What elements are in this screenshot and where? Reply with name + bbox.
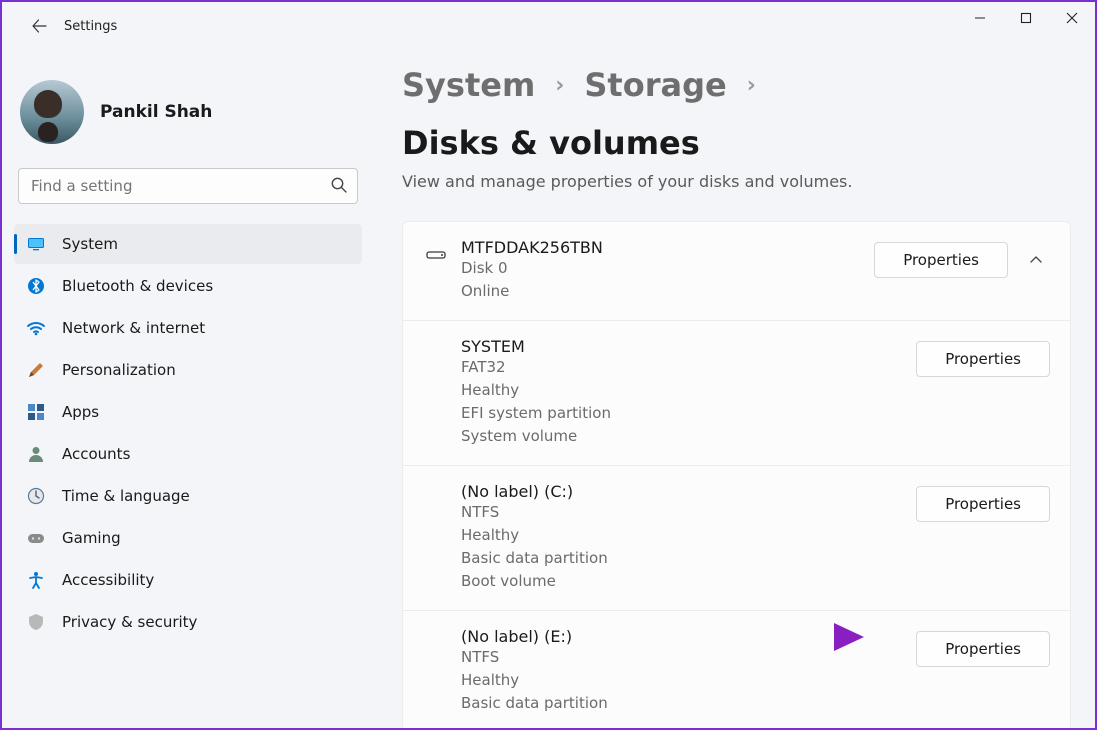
properties-button[interactable]: Properties bbox=[916, 341, 1050, 377]
app-title: Settings bbox=[64, 19, 117, 34]
volume-line: EFI system partition bbox=[461, 402, 916, 425]
sidebar-item-system[interactable]: System bbox=[14, 224, 362, 264]
disk-line: Online bbox=[461, 280, 874, 303]
volume-line: Healthy bbox=[461, 524, 916, 547]
apps-icon bbox=[26, 402, 46, 422]
close-button[interactable] bbox=[1049, 2, 1095, 34]
volume-line: Healthy bbox=[461, 379, 916, 402]
sidebar-item-apps[interactable]: Apps bbox=[14, 392, 362, 432]
volume-line: FAT32 bbox=[461, 356, 916, 379]
volume-row[interactable]: (No label) (C:) NTFS Healthy Basic data … bbox=[403, 465, 1070, 610]
paintbrush-icon bbox=[26, 360, 46, 380]
volume-line: Basic data partition bbox=[461, 692, 916, 715]
sidebar-item-gaming[interactable]: Gaming bbox=[14, 518, 362, 558]
disk-row[interactable]: MTFDDAK256TBN Disk 0 Online Properties bbox=[403, 222, 1070, 320]
person-icon bbox=[26, 444, 46, 464]
sidebar-item-label: Gaming bbox=[62, 529, 121, 547]
volume-line: Healthy bbox=[461, 669, 916, 692]
user-name: Pankil Shah bbox=[100, 102, 212, 122]
close-icon bbox=[1066, 12, 1078, 24]
volume-line: System volume bbox=[461, 425, 916, 448]
properties-button[interactable]: Properties bbox=[916, 486, 1050, 522]
maximize-button[interactable] bbox=[1003, 2, 1049, 34]
volume-line: Basic data partition bbox=[461, 547, 916, 570]
breadcrumb: System › Storage › Disks & volumes bbox=[402, 66, 1071, 162]
volume-row[interactable]: (No label) (E:) NTFS Healthy Basic data … bbox=[403, 610, 1070, 729]
back-button[interactable] bbox=[20, 7, 58, 45]
window-controls bbox=[957, 2, 1095, 34]
volume-line: NTFS bbox=[461, 646, 916, 669]
search-input[interactable] bbox=[18, 168, 358, 204]
sidebar: Pankil Shah System Bluetooth & devices N… bbox=[2, 50, 374, 728]
chevron-right-icon: › bbox=[555, 73, 564, 98]
disk-line: Disk 0 bbox=[461, 257, 874, 280]
sidebar-item-label: Privacy & security bbox=[62, 613, 197, 631]
collapse-button[interactable] bbox=[1022, 246, 1050, 274]
avatar bbox=[20, 80, 84, 144]
sidebar-item-label: Accessibility bbox=[62, 571, 154, 589]
sidebar-item-bluetooth[interactable]: Bluetooth & devices bbox=[14, 266, 362, 306]
wifi-icon bbox=[26, 318, 46, 338]
nav-list: System Bluetooth & devices Network & int… bbox=[14, 224, 362, 642]
clock-icon bbox=[26, 486, 46, 506]
disks-card: MTFDDAK256TBN Disk 0 Online Properties S… bbox=[402, 221, 1071, 728]
sidebar-item-label: Bluetooth & devices bbox=[62, 277, 213, 295]
user-profile[interactable]: Pankil Shah bbox=[14, 74, 362, 160]
sidebar-item-time[interactable]: Time & language bbox=[14, 476, 362, 516]
sidebar-item-accessibility[interactable]: Accessibility bbox=[14, 560, 362, 600]
monitor-icon bbox=[26, 234, 46, 254]
sidebar-item-label: Accounts bbox=[62, 445, 130, 463]
sidebar-item-label: System bbox=[62, 235, 118, 253]
breadcrumb-system[interactable]: System bbox=[402, 66, 535, 104]
minimize-button[interactable] bbox=[957, 2, 1003, 34]
gamepad-icon bbox=[26, 528, 46, 548]
breadcrumb-storage[interactable]: Storage bbox=[584, 66, 726, 104]
disk-title: MTFDDAK256TBN bbox=[461, 238, 874, 257]
title-bar: Settings bbox=[2, 2, 1095, 50]
sidebar-item-network[interactable]: Network & internet bbox=[14, 308, 362, 348]
disk-icon bbox=[425, 238, 461, 266]
arrow-left-icon bbox=[31, 18, 47, 34]
page-subtitle: View and manage properties of your disks… bbox=[402, 172, 1071, 191]
chevron-right-icon: › bbox=[747, 73, 756, 98]
sidebar-item-label: Network & internet bbox=[62, 319, 205, 337]
volume-title: SYSTEM bbox=[461, 337, 916, 356]
properties-button[interactable]: Properties bbox=[916, 631, 1050, 667]
sidebar-item-accounts[interactable]: Accounts bbox=[14, 434, 362, 474]
volume-row[interactable]: SYSTEM FAT32 Healthy EFI system partitio… bbox=[403, 320, 1070, 465]
minimize-icon bbox=[974, 12, 986, 24]
sidebar-item-label: Apps bbox=[62, 403, 99, 421]
volume-line: Boot volume bbox=[461, 570, 916, 593]
breadcrumb-current: Disks & volumes bbox=[402, 124, 700, 162]
main-content: System › Storage › Disks & volumes View … bbox=[374, 50, 1095, 728]
sidebar-item-label: Personalization bbox=[62, 361, 176, 379]
shield-icon bbox=[26, 612, 46, 632]
volume-line: NTFS bbox=[461, 501, 916, 524]
chevron-up-icon bbox=[1029, 253, 1043, 267]
bluetooth-icon bbox=[26, 276, 46, 296]
sidebar-item-personalization[interactable]: Personalization bbox=[14, 350, 362, 390]
search-wrap bbox=[18, 168, 358, 204]
accessibility-icon bbox=[26, 570, 46, 590]
volume-title: (No label) (C:) bbox=[461, 482, 916, 501]
properties-button[interactable]: Properties bbox=[874, 242, 1008, 278]
sidebar-item-label: Time & language bbox=[62, 487, 190, 505]
maximize-icon bbox=[1020, 12, 1032, 24]
sidebar-item-privacy[interactable]: Privacy & security bbox=[14, 602, 362, 642]
volume-title: (No label) (E:) bbox=[461, 627, 916, 646]
